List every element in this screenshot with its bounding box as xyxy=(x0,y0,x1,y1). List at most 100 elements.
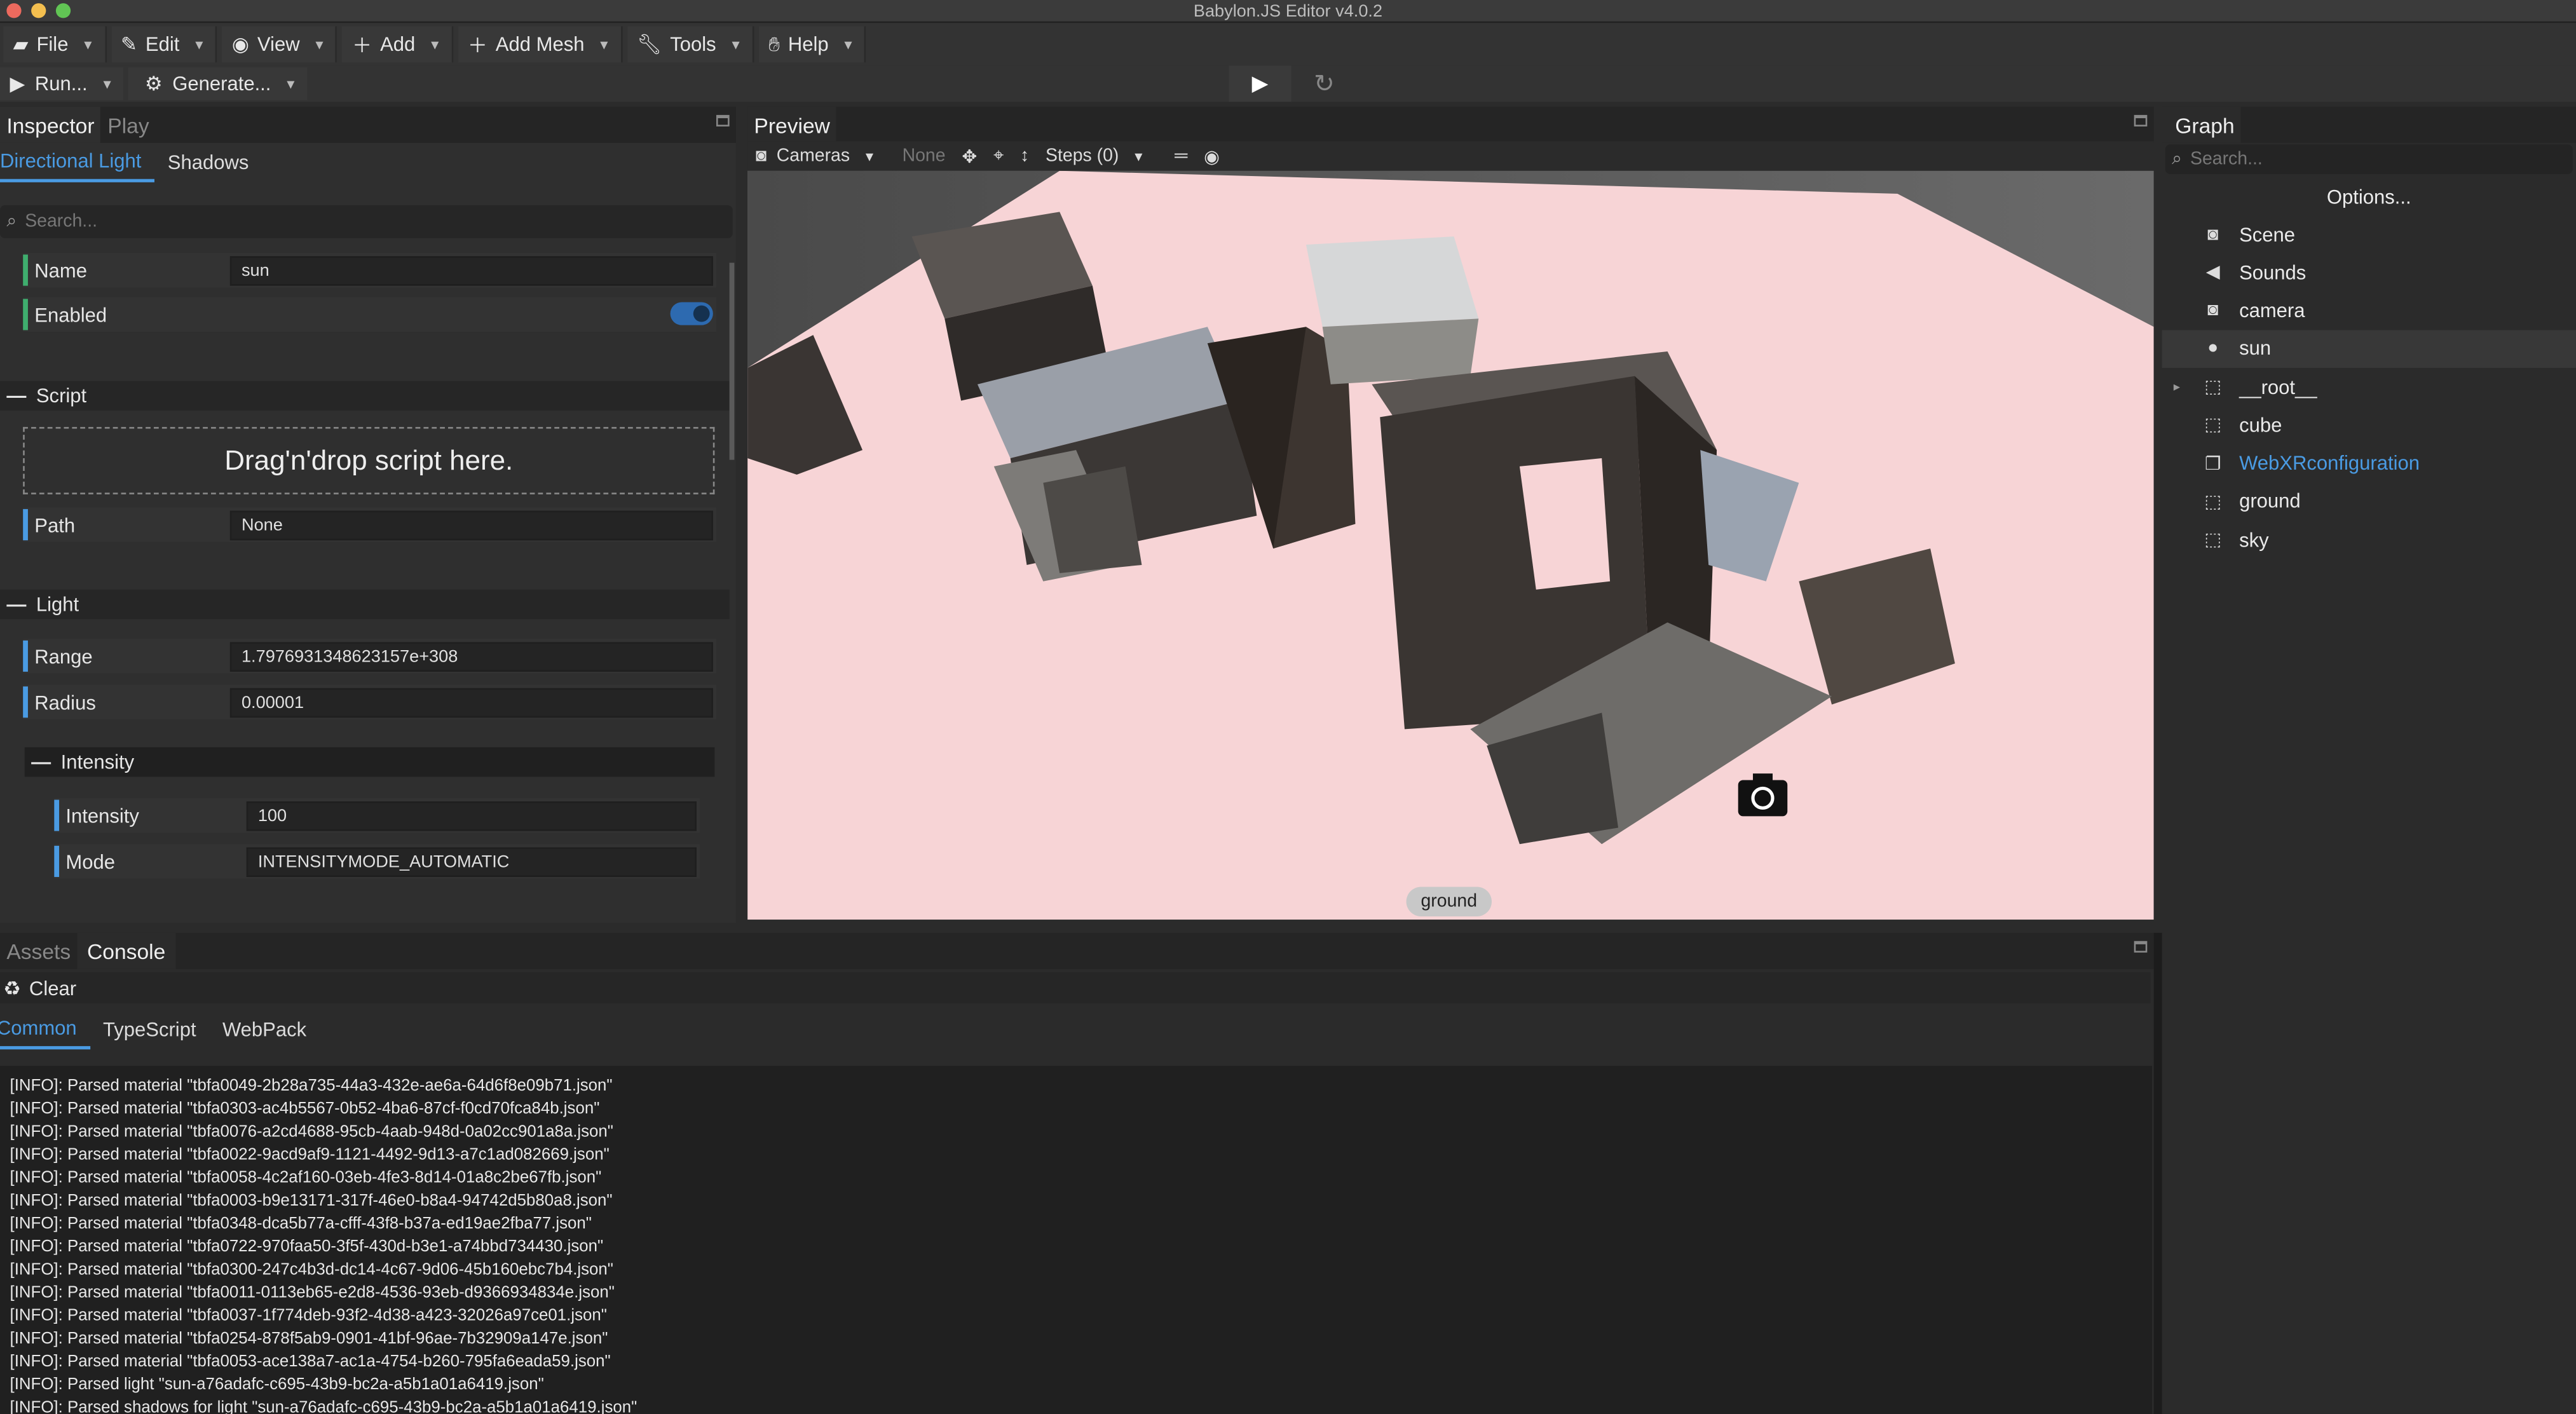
graph-search[interactable]: ⌕ Search... xyxy=(2165,144,2573,174)
console-output[interactable]: [INFO]: Parsed material "tbfa0049-2b28a7… xyxy=(0,1066,2153,1414)
tab-directional-light[interactable]: Directional Light xyxy=(0,143,155,182)
grid-toggle-button[interactable]: ═ xyxy=(1166,141,1196,171)
graph-item-root[interactable]: ▸ ⬚ __root__ xyxy=(2162,368,2576,405)
restart-button[interactable]: ↻ xyxy=(1298,65,1351,102)
mesh-icon: ⬚ xyxy=(2204,416,2222,436)
light-section-header[interactable]: — Light xyxy=(0,589,730,620)
toggle-knob xyxy=(693,305,710,322)
tab-preview[interactable]: Preview xyxy=(747,106,837,143)
graph-item-webxrconfiguration[interactable]: ❐ WebXRconfiguration xyxy=(2162,444,2576,482)
path-label: Path xyxy=(34,513,76,536)
menu-help[interactable]: ✋︎ Help ▼ xyxy=(758,26,866,63)
enabled-toggle[interactable] xyxy=(670,302,713,325)
expand-icon[interactable]: ▸ xyxy=(2174,379,2180,394)
rotate-gizmo-button[interactable]: ⌖ xyxy=(985,141,1012,171)
caret-down-icon: ▼ xyxy=(100,76,114,92)
graph-item-cube[interactable]: ⬚ cube xyxy=(2162,406,2576,444)
script-dropzone[interactable]: Drag'n'drop script here. xyxy=(23,426,715,494)
menu-add[interactable]: ＋ Add ▼ xyxy=(342,26,453,63)
intensity-field[interactable]: 100 xyxy=(246,800,697,831)
scene-viewport[interactable]: ground xyxy=(747,170,2154,920)
close-window-button[interactable] xyxy=(6,3,22,18)
steps-dropdown[interactable]: Steps (0) ▼ xyxy=(1037,141,1153,171)
cameras-dropdown[interactable]: ◙ Cameras ▼ xyxy=(747,141,884,171)
maximize-icon[interactable] xyxy=(2134,941,2148,953)
window-title: Babylon.JS Editor v4.0.2 xyxy=(1193,1,1383,21)
graph-item-label: sky xyxy=(2239,527,2269,551)
run-button[interactable]: ▶ Run... ▼ xyxy=(0,67,124,100)
plus-icon: ＋ xyxy=(352,33,372,57)
graph-item-sun[interactable]: ● sun xyxy=(2162,329,2576,368)
mode-field[interactable]: INTENSITYMODE_AUTOMATIC xyxy=(246,846,697,876)
tab-common[interactable]: Common xyxy=(0,1010,90,1050)
menu-label: View xyxy=(257,32,300,56)
tab-typescript[interactable]: TypeScript xyxy=(90,1012,209,1048)
crosshair-icon: ⌖ xyxy=(993,145,1004,165)
zoom-window-button[interactable] xyxy=(55,3,71,18)
caret-down-icon: ▼ xyxy=(1132,148,1145,164)
log-line: [INFO]: Parsed material "tbfa0011-0113eb… xyxy=(10,1284,615,1303)
radius-field[interactable]: 0.00001 xyxy=(229,687,713,717)
graph-item-sounds[interactable]: ◀ Sounds xyxy=(2162,254,2576,291)
graph-item-sky[interactable]: ⬚ sky xyxy=(2162,520,2576,558)
maximize-icon[interactable] xyxy=(2134,114,2148,126)
menu-file[interactable]: ▰ File ▼ xyxy=(3,26,106,63)
graph-item-ground[interactable]: ⬚ ground xyxy=(2162,482,2576,520)
tab-graph[interactable]: Graph xyxy=(2162,106,2242,143)
name-field[interactable]: sun xyxy=(229,255,713,285)
maximize-icon[interactable] xyxy=(716,114,730,126)
gizmo-none-button[interactable]: None xyxy=(894,141,954,171)
preview-toolbar: ◙ Cameras ▼ None ✥ ⌖ ↕ Steps (0) ▼ ═ ◉ xyxy=(747,141,2154,171)
log-line: [INFO]: Parsed material "tbfa0300-247c4b… xyxy=(10,1261,614,1280)
log-line: [INFO]: Parsed material "tbfa0722-970faa… xyxy=(10,1238,604,1256)
search-icon: ⌕ xyxy=(6,211,17,231)
mesh-icon: ⬚ xyxy=(2204,530,2222,550)
enabled-label: Enabled xyxy=(34,303,107,326)
tab-play[interactable]: Play xyxy=(101,107,156,143)
range-field[interactable]: 1.7976931348623157e+308 xyxy=(229,641,713,671)
clear-button[interactable]: ♻ Clear xyxy=(0,972,2151,1003)
menu-tools[interactable]: 🔧︎ Tools ▼ xyxy=(627,26,754,63)
intensity-section-header[interactable]: — Intensity xyxy=(24,747,715,777)
tab-webpack[interactable]: WebPack xyxy=(209,1012,320,1048)
inspector-search[interactable]: ⌕ Search... xyxy=(0,205,733,238)
scale-gizmo-button[interactable]: ↕ xyxy=(1012,141,1037,171)
graph-item-label: Scene xyxy=(2239,222,2296,246)
menu-edit[interactable]: ✎ Edit ▼ xyxy=(111,26,217,63)
tab-inspector[interactable]: Inspector xyxy=(0,106,101,143)
log-line: [INFO]: Parsed material "tbfa0022-9acd9a… xyxy=(10,1146,610,1165)
camera-icon: ◙ xyxy=(756,146,767,167)
panel-divider xyxy=(2153,932,2162,1414)
run-label: Run... xyxy=(34,72,88,95)
visibility-button[interactable]: ◉ xyxy=(1196,141,1228,171)
inspector-scrollbar[interactable] xyxy=(729,262,735,460)
path-field[interactable]: None xyxy=(229,510,713,540)
graph-item-label: cube xyxy=(2239,413,2282,437)
play-icon: ▶ xyxy=(10,72,25,95)
tab-assets[interactable]: Assets xyxy=(0,933,78,969)
tab-shadows[interactable]: Shadows xyxy=(154,144,262,180)
mode-label: Mode xyxy=(65,850,116,873)
radius-indicator xyxy=(23,686,28,718)
play-scene-button[interactable]: ▶ xyxy=(1229,65,1291,102)
menu-add-mesh[interactable]: ＋ Add Mesh ▼ xyxy=(458,26,622,63)
play-icon: ▶ xyxy=(1251,71,1269,95)
tab-console[interactable]: Console xyxy=(77,932,175,969)
help-icon: ✋︎ xyxy=(768,32,780,55)
enabled-row: Enabled xyxy=(23,297,716,332)
generate-button[interactable]: ⚙ Generate... ▼ xyxy=(128,67,308,100)
name-indicator xyxy=(23,254,28,286)
caret-down-icon: ▼ xyxy=(428,37,442,52)
path-row: Path None xyxy=(23,507,716,542)
bottom-tabstrip: Assets Console xyxy=(0,932,2154,969)
menu-view[interactable]: ◉ View ▼ xyxy=(222,26,337,63)
options-button[interactable]: Options... xyxy=(2162,182,2576,212)
path-indicator xyxy=(23,509,28,541)
graph-item-camera[interactable]: ◙ camera xyxy=(2162,292,2576,329)
minimize-window-button[interactable] xyxy=(31,3,46,18)
steps-label: Steps (0) xyxy=(1046,146,1119,167)
script-section-header[interactable]: — Script xyxy=(0,381,730,411)
move-gizmo-button[interactable]: ✥ xyxy=(953,141,985,171)
range-row: Range 1.7976931348623157e+308 xyxy=(23,639,716,674)
graph-item-scene[interactable]: ◙ Scene xyxy=(2162,215,2576,253)
